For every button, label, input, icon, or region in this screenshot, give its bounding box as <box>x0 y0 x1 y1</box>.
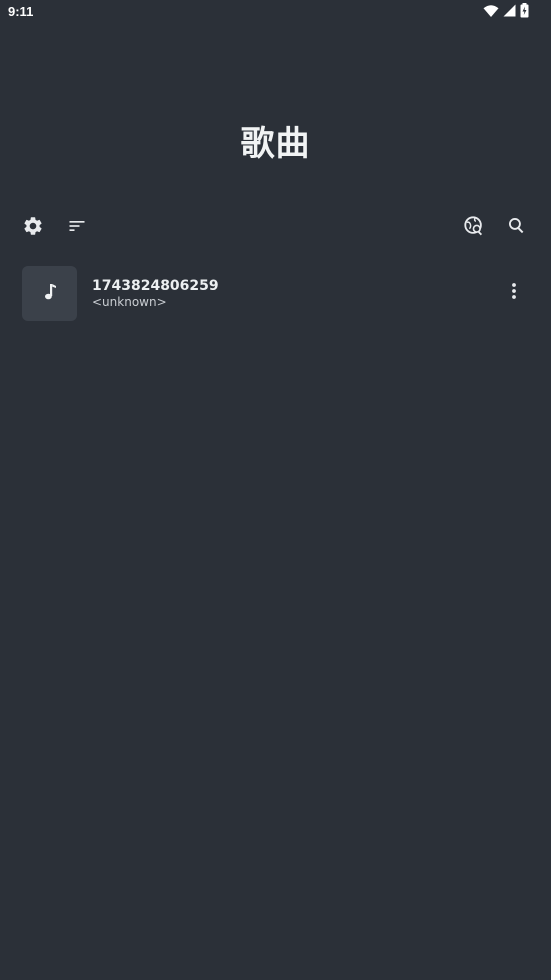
song-artwork <box>22 266 77 321</box>
music-note-icon <box>42 283 58 305</box>
battery-icon <box>520 3 529 18</box>
more-vert-icon <box>511 282 517 304</box>
wifi-icon <box>483 4 499 18</box>
sort-icon <box>67 216 87 236</box>
cell-signal-icon <box>503 4 516 17</box>
status-time: 9:11 <box>8 4 34 19</box>
scan-folder-button[interactable] <box>456 208 492 244</box>
sort-button[interactable] <box>59 208 95 244</box>
song-list-item[interactable]: 1743824806259 <unknown> <box>0 262 551 326</box>
page-title: 歌曲 <box>240 124 311 164</box>
settings-button[interactable] <box>15 208 51 244</box>
settings-icon <box>22 215 44 237</box>
search-button[interactable] <box>499 208 535 244</box>
song-artist: <unknown> <box>92 295 167 309</box>
scan-folder-icon <box>463 215 485 237</box>
song-more-button[interactable] <box>497 276 531 310</box>
status-icons <box>483 3 529 18</box>
song-title: 1743824806259 <box>92 278 219 294</box>
search-icon <box>507 216 527 236</box>
status-bar: 9:11 <box>0 0 551 24</box>
